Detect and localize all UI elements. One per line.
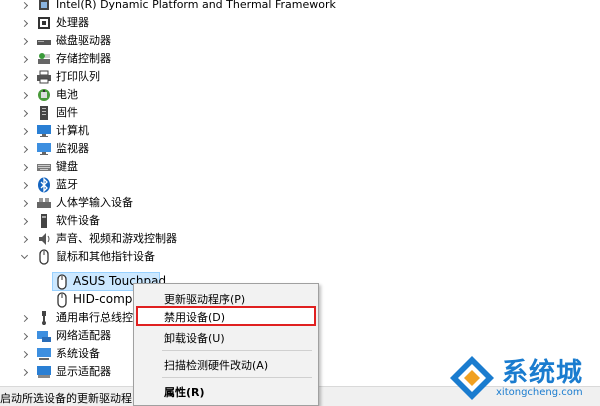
- tree-item-label: 存储控制器: [56, 52, 111, 65]
- collapse-chevron-icon[interactable]: [19, 248, 29, 266]
- tree-item-processor[interactable]: 处理器: [0, 14, 600, 32]
- tree-item-label: 网络适配器: [56, 329, 111, 342]
- expand-chevron-icon[interactable]: [19, 212, 29, 230]
- tree-item-label: 打印队列: [56, 70, 100, 83]
- tree-item-keyboards[interactable]: 键盘: [0, 158, 600, 176]
- expand-chevron-icon[interactable]: [19, 104, 29, 122]
- mouse-icon: [54, 292, 70, 308]
- expand-chevron-icon[interactable]: [19, 230, 29, 248]
- tree-item-label: 通用串行总线控: [56, 311, 133, 324]
- display-adapter-icon: [36, 364, 52, 380]
- tree-item-label: HID-compl: [73, 292, 136, 306]
- menu-item-label: 扫描检测硬件改动(A): [164, 359, 269, 372]
- tree-item-storage-controllers[interactable]: 存储控制器: [0, 50, 600, 68]
- menu-item-properties[interactable]: 属性(R): [136, 381, 316, 401]
- tree-item-label: 计算机: [56, 124, 89, 137]
- disk-drive-icon: [36, 33, 52, 49]
- expand-chevron-icon[interactable]: [19, 32, 29, 50]
- expand-chevron-icon[interactable]: [19, 363, 29, 381]
- tree-item-print-queues[interactable]: 打印队列: [0, 68, 600, 86]
- printer-icon: [36, 69, 52, 85]
- menu-item-label: 属性(R): [164, 386, 205, 399]
- tree-item-intel-dptf[interactable]: Intel(R) Dynamic Platform and Thermal Fr…: [0, 0, 600, 14]
- speaker-icon: [36, 231, 52, 247]
- tree-item-monitors[interactable]: 监视器: [0, 140, 600, 158]
- tree-item-label: 系统设备: [56, 347, 100, 360]
- expand-chevron-icon[interactable]: [19, 194, 29, 212]
- monitor-icon: [36, 141, 52, 157]
- chip-icon: [36, 0, 52, 13]
- tree-item-disk-drives[interactable]: 磁盘驱动器: [0, 32, 600, 50]
- tree-item-label: 电池: [56, 88, 78, 101]
- tree-item-label: 鼠标和其他指针设备: [56, 250, 155, 263]
- mouse-icon: [36, 249, 52, 265]
- expand-chevron-icon[interactable]: [19, 345, 29, 363]
- menu-item-scan-hardware[interactable]: 扫描检测硬件改动(A): [136, 354, 316, 374]
- tree-item-software-devices[interactable]: 软件设备: [0, 212, 600, 230]
- tree-item-label: Intel(R) Dynamic Platform and Thermal Fr…: [56, 0, 336, 11]
- tree-item-label: 固件: [56, 106, 78, 119]
- expand-chevron-icon[interactable]: [19, 140, 29, 158]
- menu-separator: [162, 377, 312, 378]
- expand-chevron-icon[interactable]: [19, 86, 29, 104]
- tree-item-label: 磁盘驱动器: [56, 34, 111, 47]
- storage-controller-icon: [36, 51, 52, 67]
- tree-item-label: 处理器: [56, 16, 89, 29]
- tree-item-label: 软件设备: [56, 214, 100, 227]
- battery-icon: [36, 87, 52, 103]
- menu-item-label: 更新驱动程序(P): [164, 293, 246, 306]
- tree-item-label: 蓝牙: [56, 178, 78, 191]
- expand-chevron-icon[interactable]: [19, 0, 29, 14]
- tree-item-batteries[interactable]: 电池: [0, 86, 600, 104]
- watermark: 系统城 xitongcheng.com: [448, 350, 600, 406]
- menu-item-label: 禁用设备(D): [164, 311, 226, 324]
- menu-item-label: 卸载设备(U): [164, 332, 225, 345]
- tree-item-label: 显示适配器: [56, 365, 111, 378]
- menu-item-update-driver[interactable]: 更新驱动程序(P): [136, 288, 316, 308]
- keyboard-icon: [36, 159, 52, 175]
- network-adapter-icon: [36, 328, 52, 344]
- menu-separator: [162, 350, 312, 351]
- tree-item-label: 声音、视频和游戏控制器: [56, 232, 177, 245]
- watermark-brand: 系统城: [502, 358, 584, 388]
- context-menu: 更新驱动程序(P) 禁用设备(D) 卸载设备(U) 扫描检测硬件改动(A) 属性…: [133, 283, 319, 406]
- mouse-icon: [54, 274, 70, 290]
- expand-chevron-icon[interactable]: [19, 122, 29, 140]
- expand-chevron-icon[interactable]: [19, 327, 29, 345]
- tree-item-computer[interactable]: 计算机: [0, 122, 600, 140]
- tree-item-bluetooth[interactable]: 蓝牙: [0, 176, 600, 194]
- software-device-icon: [36, 213, 52, 229]
- watermark-url: xitongcheng.com: [496, 387, 583, 398]
- expand-chevron-icon[interactable]: [19, 309, 29, 327]
- tree-item-label: 键盘: [56, 160, 78, 173]
- expand-chevron-icon[interactable]: [19, 176, 29, 194]
- watermark-logo-icon: [450, 356, 494, 400]
- expand-chevron-icon[interactable]: [19, 14, 29, 32]
- status-text: 启动所选设备的更新驱动程: [0, 392, 132, 405]
- tree-item-label: 监视器: [56, 142, 89, 155]
- hid-icon: [36, 195, 52, 211]
- firmware-icon: [36, 105, 52, 121]
- menu-item-uninstall-device[interactable]: 卸载设备(U): [136, 327, 316, 347]
- tree-item-label: 人体学输入设备: [56, 196, 133, 209]
- system-device-icon: [36, 346, 52, 362]
- tree-item-firmware[interactable]: 固件: [0, 104, 600, 122]
- computer-icon: [36, 123, 52, 139]
- tree-item-hid[interactable]: 人体学输入设备: [0, 194, 600, 212]
- expand-chevron-icon[interactable]: [19, 68, 29, 86]
- expand-chevron-icon[interactable]: [19, 50, 29, 68]
- usb-icon: [36, 310, 52, 326]
- tree-item-sound-video-game[interactable]: 声音、视频和游戏控制器: [0, 230, 600, 248]
- processor-icon: [36, 15, 52, 31]
- expand-chevron-icon[interactable]: [19, 158, 29, 176]
- tree-item-mice[interactable]: 鼠标和其他指针设备: [0, 248, 600, 266]
- menu-item-disable-device[interactable]: 禁用设备(D): [136, 306, 316, 326]
- bluetooth-icon: [36, 177, 52, 193]
